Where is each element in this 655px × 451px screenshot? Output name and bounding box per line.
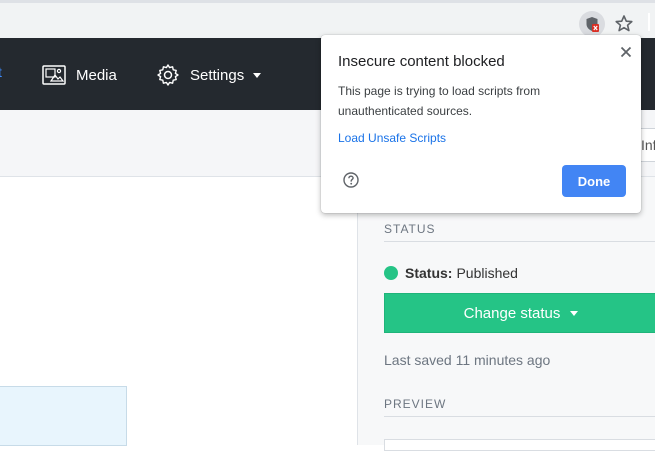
content-editor [0,177,357,446]
status-line: Status: Published [384,265,518,281]
done-button[interactable]: Done [562,165,626,197]
bookmark-star-icon[interactable] [612,12,636,36]
content-block[interactable] [0,386,127,446]
address-bar[interactable] [0,9,648,37]
close-icon[interactable] [617,43,635,61]
status-label: Status: [405,265,453,281]
load-unsafe-scripts-link[interactable]: Load Unsafe Scripts [338,131,446,145]
toolbar-divider [648,13,650,31]
gear-icon [157,64,179,86]
nav-item-active[interactable]: t [0,38,3,110]
divider [384,241,655,242]
info-button-label: Inf [641,137,655,153]
nav-active-label: t [0,64,2,80]
sidebar-panel: STATUS Status: Published Change status L… [357,177,655,451]
browser-toolbar [0,0,655,38]
status-indicator-icon [384,266,398,280]
last-saved-text: Last saved 11 minutes ago [384,352,551,368]
change-status-label: Change status [463,304,561,322]
nav-media-label: Media [76,66,117,84]
preview-frame [384,439,655,451]
media-icon [42,65,66,85]
change-status-button[interactable]: Change status [384,293,655,333]
preview-heading: PREVIEW [384,397,447,411]
status-value: Published [456,265,518,281]
nav-item-settings[interactable]: Settings [156,62,262,88]
chevron-down-icon [570,310,579,316]
insecure-content-popup: Insecure content blocked This page is tr… [321,35,641,213]
chevron-down-icon [253,72,262,78]
status-heading: STATUS [384,222,436,236]
divider [384,416,655,417]
popup-message: This page is trying to load scripts from… [338,84,541,118]
nav-item-media[interactable]: Media [42,62,117,88]
help-icon[interactable] [343,172,359,188]
nav-settings-label: Settings [190,66,245,84]
blocked-content-shield-icon[interactable] [579,11,605,37]
popup-title: Insecure content blocked [338,53,505,70]
